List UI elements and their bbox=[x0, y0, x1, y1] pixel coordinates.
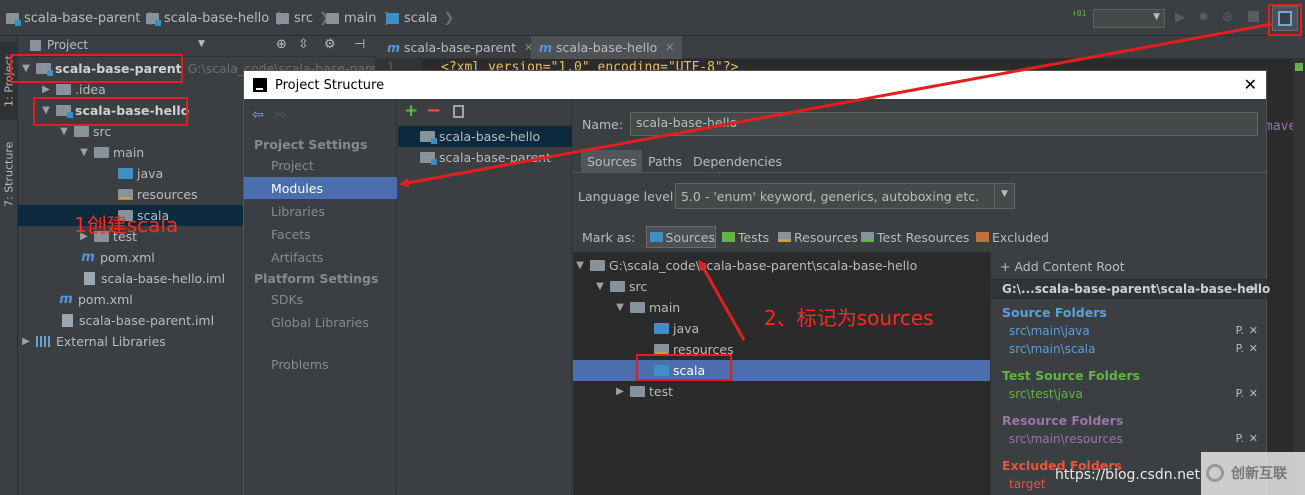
arrow-to-scala-folder bbox=[698, 259, 746, 341]
watermark-logo: 创新互联 bbox=[1201, 452, 1305, 495]
arrow-to-modules bbox=[399, 22, 1273, 188]
watermark-brand-text: 创新互联 bbox=[1231, 466, 1287, 482]
watermark-url: https://blog.csdn.net bbox=[1055, 467, 1201, 483]
annotation-arrows bbox=[399, 22, 1273, 341]
brand-logo-icon bbox=[1206, 464, 1224, 482]
